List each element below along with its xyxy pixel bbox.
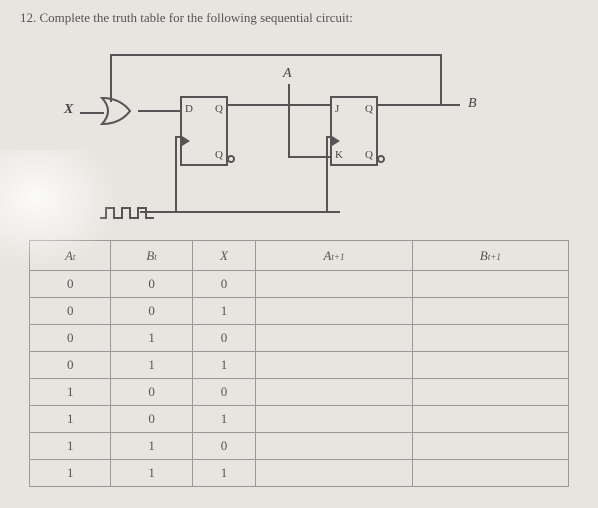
table-cell: 1 (30, 406, 111, 433)
pin-k: K (335, 149, 343, 161)
circuit-diagram: X D Q Q A J K Q (80, 36, 510, 226)
label-a: A (283, 66, 292, 82)
clock-tri-icon (332, 136, 340, 146)
table-cell: 0 (192, 433, 256, 460)
table-cell: 1 (111, 352, 192, 379)
table-cell (256, 298, 412, 325)
table-cell: 1 (192, 460, 256, 487)
table-cell (412, 271, 568, 298)
table-row: 011 (30, 352, 569, 379)
table-cell (256, 433, 412, 460)
table-cell: 1 (192, 298, 256, 325)
clock-waveform-icon (100, 204, 160, 222)
table-cell: 0 (111, 298, 192, 325)
table-header: X (192, 241, 256, 271)
table-cell: 1 (111, 433, 192, 460)
d-flipflop: D Q Q (180, 96, 228, 166)
table-cell: 1 (192, 406, 256, 433)
table-cell: 0 (30, 352, 111, 379)
table-cell: 0 (111, 271, 192, 298)
pin-j: J (335, 103, 339, 115)
table-cell (256, 460, 412, 487)
table-cell (412, 325, 568, 352)
table-row: 010 (30, 325, 569, 352)
table-cell: 1 (30, 433, 111, 460)
table-row: 000 (30, 271, 569, 298)
table-cell: 0 (30, 325, 111, 352)
table-row: 001 (30, 298, 569, 325)
table-cell (256, 271, 412, 298)
pin-qn2: Q (365, 149, 373, 161)
jk-flipflop: J K Q Q (330, 96, 378, 166)
table-cell (256, 379, 412, 406)
table-cell: 0 (30, 298, 111, 325)
table-cell: 0 (192, 271, 256, 298)
table-cell (412, 352, 568, 379)
table-cell: 1 (111, 460, 192, 487)
table-cell (256, 352, 412, 379)
table-cell (412, 433, 568, 460)
table-cell (256, 325, 412, 352)
table-cell: 1 (111, 325, 192, 352)
label-b: B (468, 96, 477, 112)
table-header: Bt+1 (412, 241, 568, 271)
question-text: 12. Complete the truth table for the fol… (20, 10, 578, 26)
table-cell: 1 (192, 352, 256, 379)
table-cell: 1 (30, 460, 111, 487)
pin-qn: Q (215, 149, 223, 161)
table-row: 111 (30, 460, 569, 487)
table-row: 110 (30, 433, 569, 460)
pin-q: Q (215, 103, 223, 115)
neg-bubble-icon (377, 155, 385, 163)
or-gate-icon (100, 96, 140, 126)
table-cell: 1 (30, 379, 111, 406)
table-header: At (30, 241, 111, 271)
table-cell: 0 (30, 271, 111, 298)
clock-tri-icon (182, 136, 190, 146)
table-cell (412, 406, 568, 433)
table-cell: 0 (111, 406, 192, 433)
table-header: At+1 (256, 241, 412, 271)
pin-d: D (185, 103, 193, 115)
table-cell: 0 (192, 325, 256, 352)
table-header: Bt (111, 241, 192, 271)
table-row: 101 (30, 406, 569, 433)
neg-bubble-icon (227, 155, 235, 163)
table-cell (412, 379, 568, 406)
truth-table: AtBtXAt+1Bt+1 000001010011100101110111 (29, 240, 569, 487)
table-cell: 0 (192, 379, 256, 406)
table-row: 100 (30, 379, 569, 406)
table-cell (412, 298, 568, 325)
table-cell (256, 406, 412, 433)
label-x: X (64, 102, 73, 118)
pin-q2: Q (365, 103, 373, 115)
table-cell (412, 460, 568, 487)
table-cell: 0 (111, 379, 192, 406)
